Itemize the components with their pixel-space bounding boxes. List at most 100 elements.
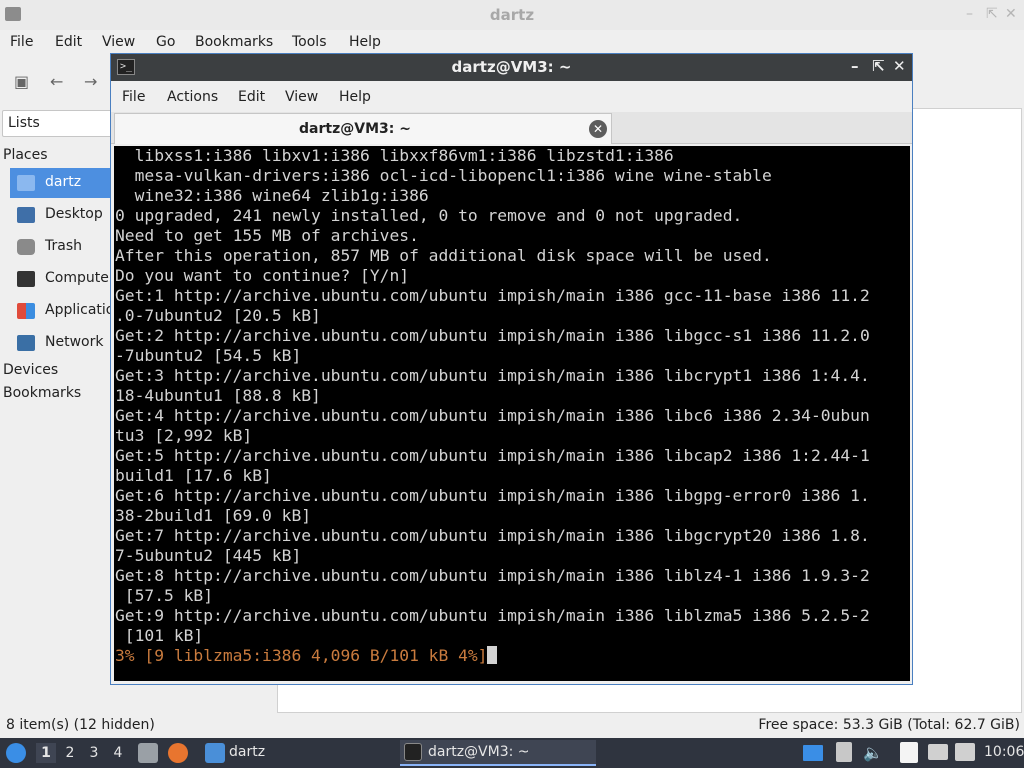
download-progress-text: 3% [9 liblzma5:i386 4,096 B/101 kB 4%]	[115, 646, 488, 665]
tab-close-icon[interactable]: ✕	[589, 120, 607, 138]
task-terminal-label: dartz@VM3: ~	[428, 744, 530, 760]
devices-heading[interactable]: Devices	[3, 362, 58, 378]
folder-icon	[205, 743, 225, 763]
new-tab-icon[interactable]: ▣	[14, 72, 29, 91]
back-icon[interactable]: ←	[50, 72, 63, 91]
minimize-icon[interactable]: –	[966, 6, 973, 22]
minimize-icon[interactable]: –	[851, 57, 859, 75]
terminal-line: 18-4ubuntu1 [88.8 kB]	[115, 386, 321, 405]
terminal-line: 38-2build1 [69.0 kB]	[115, 506, 312, 525]
terminal-line: -7ubuntu2 [54.5 kB]	[115, 346, 302, 365]
forward-icon[interactable]: →	[84, 72, 97, 91]
menu-go[interactable]: Go	[156, 34, 175, 50]
terminal-window: >_ dartz@VM3: ~ – ⇱ ✕ File Actions Edit …	[110, 53, 913, 685]
menu-tools[interactable]: Tools	[292, 34, 327, 50]
tab-label: dartz@VM3: ~	[299, 121, 411, 137]
terminal-line: wine32:i386 wine64 zlib1g:i386	[115, 186, 429, 205]
home-folder-icon	[17, 175, 35, 191]
notes-icon[interactable]	[900, 742, 918, 763]
menu-help[interactable]: Help	[339, 89, 371, 105]
menu-actions[interactable]: Actions	[167, 89, 218, 105]
sidebar-item-label: Trash	[45, 238, 82, 254]
desktop-icon[interactable]	[803, 745, 823, 761]
volume-icon[interactable]: 🔈	[863, 743, 883, 762]
network-status-icon[interactable]	[955, 743, 975, 761]
maximize-icon[interactable]: ⇱	[986, 6, 998, 22]
start-menu-icon[interactable]	[6, 743, 26, 763]
terminal-line: libxss1:i386 libxv1:i386 libxxf86vm1:i38…	[115, 146, 674, 165]
terminal-line: tu3 [2,992 kB]	[115, 426, 253, 445]
sidebar-item-label: Network	[45, 334, 104, 350]
close-icon[interactable]: ✕	[1005, 6, 1017, 22]
terminal-line: .0-7ubuntu2 [20.5 kB]	[115, 306, 321, 325]
terminal-output[interactable]: libxss1:i386 libxv1:i386 libxxf86vm1:i38…	[114, 146, 910, 681]
terminal-line: mesa-vulkan-drivers:i386 ocl-icd-libopen…	[115, 166, 772, 185]
sidebar-item-label: Desktop	[45, 206, 103, 222]
terminal-tabbar: dartz@VM3: ~ ✕	[111, 112, 912, 144]
sidebar-item-home[interactable]: dartz	[10, 168, 110, 198]
terminal-line: build1 [17.6 kB]	[115, 466, 272, 485]
menu-edit[interactable]: Edit	[238, 89, 265, 105]
terminal-line: Get:7 http://archive.ubuntu.com/ubuntu i…	[115, 526, 870, 545]
terminal-line: Get:9 http://archive.ubuntu.com/ubuntu i…	[115, 606, 870, 625]
file-manager-toolbar: ▣ ← →	[0, 58, 110, 106]
applications-icon	[17, 303, 35, 319]
clock[interactable]: 10:06	[984, 744, 1024, 760]
terminal-titlebar[interactable]: >_ dartz@VM3: ~ – ⇱ ✕	[111, 54, 912, 81]
workspace-4[interactable]: 4	[108, 743, 128, 763]
menu-file[interactable]: File	[122, 89, 145, 105]
terminal-line: After this operation, 857 MB of addition…	[115, 246, 772, 265]
terminal-tab[interactable]: dartz@VM3: ~ ✕	[114, 113, 612, 144]
clipboard-icon[interactable]	[836, 742, 852, 762]
terminal-line: Get:4 http://archive.ubuntu.com/ubuntu i…	[115, 406, 870, 425]
status-item-count: 8 item(s) (12 hidden)	[6, 717, 155, 733]
taskbar: 1 2 3 4 dartz dartz@VM3: ~ 🔈 10:06	[0, 738, 1024, 768]
menu-view[interactable]: View	[102, 34, 135, 50]
task-terminal[interactable]: dartz@VM3: ~	[400, 740, 596, 766]
close-icon[interactable]: ✕	[893, 57, 906, 75]
file-manager-launcher-icon[interactable]	[138, 743, 158, 763]
task-file-manager[interactable]: dartz	[229, 744, 265, 760]
terminal-icon	[404, 743, 422, 761]
side-pane-mode-label: Lists	[8, 115, 40, 131]
sidebar-item-label: Computer	[45, 270, 115, 286]
menu-file[interactable]: File	[10, 34, 33, 50]
side-pane-mode-select[interactable]: Lists	[2, 110, 112, 137]
terminal-line: [101 kB]	[115, 626, 204, 645]
menu-help[interactable]: Help	[349, 34, 381, 50]
terminal-lines: libxss1:i386 libxv1:i386 libxxf86vm1:i38…	[115, 146, 870, 666]
sidebar-item-label: dartz	[45, 174, 82, 190]
menu-view[interactable]: View	[285, 89, 318, 105]
maximize-icon[interactable]: ⇱	[872, 57, 885, 75]
places-heading[interactable]: Places	[3, 147, 48, 163]
terminal-line: Need to get 155 MB of archives.	[115, 226, 419, 245]
terminal-title: dartz@VM3: ~	[451, 58, 572, 76]
firefox-icon[interactable]	[168, 743, 188, 763]
sidebar-item-applications[interactable]: Applications	[10, 296, 131, 326]
status-free-space: Free space: 53.3 GiB (Total: 62.7 GiB)	[758, 717, 1020, 733]
terminal-line: Get:8 http://archive.ubuntu.com/ubuntu i…	[115, 566, 870, 585]
terminal-line: Get:1 http://archive.ubuntu.com/ubuntu i…	[115, 286, 870, 305]
sidebar-item-network[interactable]: Network	[10, 328, 110, 358]
sidebar-item-trash[interactable]: Trash	[10, 232, 110, 262]
network-icon	[17, 335, 35, 351]
sidebar-item-desktop[interactable]: Desktop	[10, 200, 110, 230]
keyboard-icon[interactable]	[928, 744, 948, 760]
menu-edit[interactable]: Edit	[55, 34, 82, 50]
bookmarks-heading[interactable]: Bookmarks	[3, 385, 81, 401]
terminal-line: Get:5 http://archive.ubuntu.com/ubuntu i…	[115, 446, 870, 465]
terminal-line: 0 upgraded, 241 newly installed, 0 to re…	[115, 206, 743, 225]
workspace-1[interactable]: 1	[36, 743, 56, 763]
computer-icon	[17, 271, 35, 287]
file-manager-titlebar: dartz – ⇱ ✕	[0, 0, 1024, 30]
text-cursor	[487, 646, 498, 664]
download-progress-line: 3% [9 liblzma5:i386 4,096 B/101 kB 4%]	[115, 646, 870, 666]
terminal-line: [57.5 kB]	[115, 586, 214, 605]
workspace-3[interactable]: 3	[84, 743, 104, 763]
terminal-line: Get:6 http://archive.ubuntu.com/ubuntu i…	[115, 486, 870, 505]
desktop-icon	[17, 207, 35, 223]
menu-bookmarks[interactable]: Bookmarks	[195, 34, 273, 50]
sidebar-item-computer[interactable]: Computer	[10, 264, 115, 294]
terminal-line: Get:3 http://archive.ubuntu.com/ubuntu i…	[115, 366, 870, 385]
workspace-2[interactable]: 2	[60, 743, 80, 763]
